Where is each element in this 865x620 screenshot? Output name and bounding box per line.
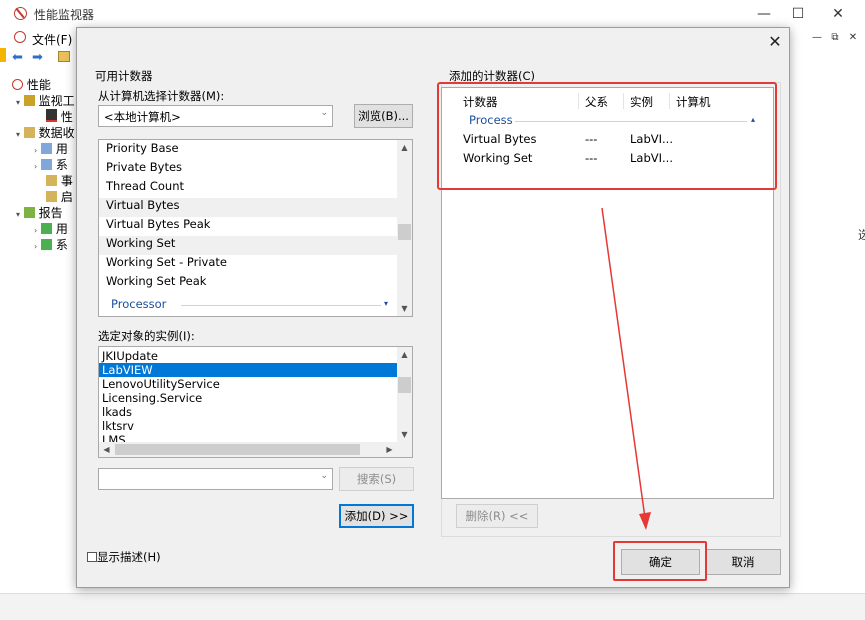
- scroll-thumb[interactable]: [398, 377, 411, 393]
- tree-item-system[interactable]: › 系: [34, 156, 68, 173]
- counter-group-processor[interactable]: Processor ▾: [99, 297, 397, 313]
- instance-row-selected[interactable]: LabVIEW: [99, 363, 397, 377]
- user-set-icon: [41, 143, 53, 154]
- chevron-down-icon[interactable]: ⌄: [320, 471, 328, 481]
- event-trace-icon: [46, 175, 57, 186]
- search-button[interactable]: 搜索(S): [339, 467, 414, 491]
- startup-trace-icon: [46, 191, 57, 202]
- scroll-up-icon[interactable]: ▲: [397, 140, 412, 155]
- computer-combobox[interactable]: <本地计算机> ⌄: [98, 105, 333, 127]
- status-bar: [0, 593, 865, 620]
- instances-label: 选定对象的实例(I):: [98, 329, 195, 343]
- group-divider: [181, 305, 381, 306]
- perfmon-menu-icon: [14, 31, 26, 43]
- computer-value: <本地计算机>: [104, 110, 181, 124]
- tree-item-data-collector[interactable]: ▾ 数据收: [16, 124, 75, 141]
- folder-up-icon[interactable]: [58, 51, 70, 62]
- hscroll-thumb[interactable]: [115, 444, 360, 455]
- monitor-folder-icon: [23, 95, 35, 106]
- available-counters-label: 可用计数器: [95, 69, 153, 83]
- tree-item-performance[interactable]: 性能: [12, 76, 51, 93]
- counters-listbox[interactable]: Priority Base Private Bytes Thread Count…: [98, 139, 413, 317]
- annotation-highlight-ok: [613, 541, 707, 581]
- tree-item-event-trace[interactable]: 事: [46, 172, 73, 189]
- counter-row[interactable]: Virtual Bytes Peak: [99, 217, 397, 236]
- perfmon-tree-icon: [12, 79, 23, 90]
- scroll-left-icon[interactable]: ◀: [99, 442, 114, 457]
- counter-row-selected[interactable]: Working Set: [99, 236, 397, 255]
- chart-icon: [46, 109, 57, 122]
- left-edge-folder-icon: [0, 48, 6, 62]
- expand-chevron-icon[interactable]: ▾: [384, 299, 388, 308]
- system-set-icon: [41, 159, 53, 170]
- scroll-up-icon[interactable]: ▲: [397, 347, 412, 362]
- instances-vscroll[interactable]: ▲ ▼: [397, 347, 412, 442]
- show-description-checkbox[interactable]: [87, 552, 97, 562]
- dialog-close-icon[interactable]: ✕: [764, 32, 786, 52]
- remove-button[interactable]: 删除(R) <<: [456, 504, 538, 528]
- collector-folder-icon: [23, 127, 35, 138]
- close-window-icon[interactable]: ✕: [826, 4, 850, 24]
- right-edge-char: 选: [858, 228, 865, 242]
- chevron-down-icon[interactable]: ⌄: [320, 108, 328, 118]
- tree-pane: 性能 ▾ 监视工 性 ▾ 数据收 › 用 › 系 事 启 ▾ 报告 › 用 › …: [0, 68, 76, 593]
- counter-row[interactable]: Thread Count: [99, 179, 397, 198]
- counter-row[interactable]: Private Bytes: [99, 160, 397, 179]
- report-system-icon: [41, 239, 53, 250]
- tree-item-user-defined[interactable]: › 用: [34, 140, 68, 157]
- mdi-close-icon[interactable]: ✕: [846, 31, 860, 45]
- perfmon-app-icon: [14, 7, 27, 20]
- tree-item-performance-monitor[interactable]: 性: [46, 108, 73, 125]
- mdi-minimize-icon[interactable]: —: [810, 31, 824, 45]
- instance-row[interactable]: JKIUpdate: [99, 349, 397, 363]
- window-title: 性能监视器: [34, 8, 95, 22]
- title-bar: [0, 0, 865, 28]
- counter-row[interactable]: Priority Base: [99, 141, 397, 160]
- forward-arrow-icon[interactable]: ➡: [32, 50, 43, 65]
- counters-vscroll[interactable]: ▲ ▼: [397, 140, 412, 316]
- reports-folder-icon: [23, 207, 35, 218]
- counter-row[interactable]: Working Set Peak: [99, 274, 397, 293]
- tree-item-monitoring-tools[interactable]: ▾ 监视工: [16, 92, 75, 109]
- instance-row[interactable]: lktsrv: [99, 419, 397, 433]
- tree-item-report-user[interactable]: › 用: [34, 220, 68, 237]
- counter-row-selected[interactable]: Virtual Bytes: [99, 198, 397, 217]
- scroll-thumb[interactable]: [398, 224, 411, 240]
- right-pane-edge: 选: [790, 28, 865, 593]
- counter-row[interactable]: Working Set - Private: [99, 255, 397, 274]
- select-computer-label: 从计算机选择计数器(M):: [98, 89, 225, 103]
- cancel-button[interactable]: 取消: [705, 549, 781, 575]
- instance-row[interactable]: Licensing.Service: [99, 391, 397, 405]
- annotation-highlight-added: [437, 82, 777, 190]
- mdi-restore-icon[interactable]: ⧉: [828, 31, 842, 45]
- add-button[interactable]: 添加(D) >>: [339, 504, 414, 528]
- back-arrow-icon[interactable]: ⬅: [12, 50, 23, 65]
- menu-file[interactable]: 文件(F): [32, 31, 72, 48]
- tree-item-report-system[interactable]: › 系: [34, 236, 68, 253]
- browse-button[interactable]: 浏览(B)...: [354, 104, 413, 128]
- report-user-icon: [41, 223, 53, 234]
- maximize-icon[interactable]: ☐: [786, 4, 810, 24]
- tree-item-reports[interactable]: ▾ 报告: [16, 204, 63, 221]
- minimize-icon[interactable]: —: [752, 4, 776, 24]
- search-input[interactable]: ⌄: [98, 468, 333, 490]
- scroll-right-icon[interactable]: ▶: [382, 442, 397, 457]
- tree-item-startup[interactable]: 启: [46, 188, 73, 205]
- instances-hscroll[interactable]: ◀ ▶: [99, 442, 412, 457]
- instance-row[interactable]: lkads: [99, 405, 397, 419]
- instance-row[interactable]: LenovoUtilityService: [99, 377, 397, 391]
- instances-listbox[interactable]: JKIUpdate LabVIEW LenovoUtilityService L…: [98, 346, 413, 458]
- show-description-label: 显示描述(H): [97, 550, 161, 564]
- scroll-down-icon[interactable]: ▼: [397, 301, 412, 316]
- scroll-down-icon[interactable]: ▼: [397, 427, 412, 442]
